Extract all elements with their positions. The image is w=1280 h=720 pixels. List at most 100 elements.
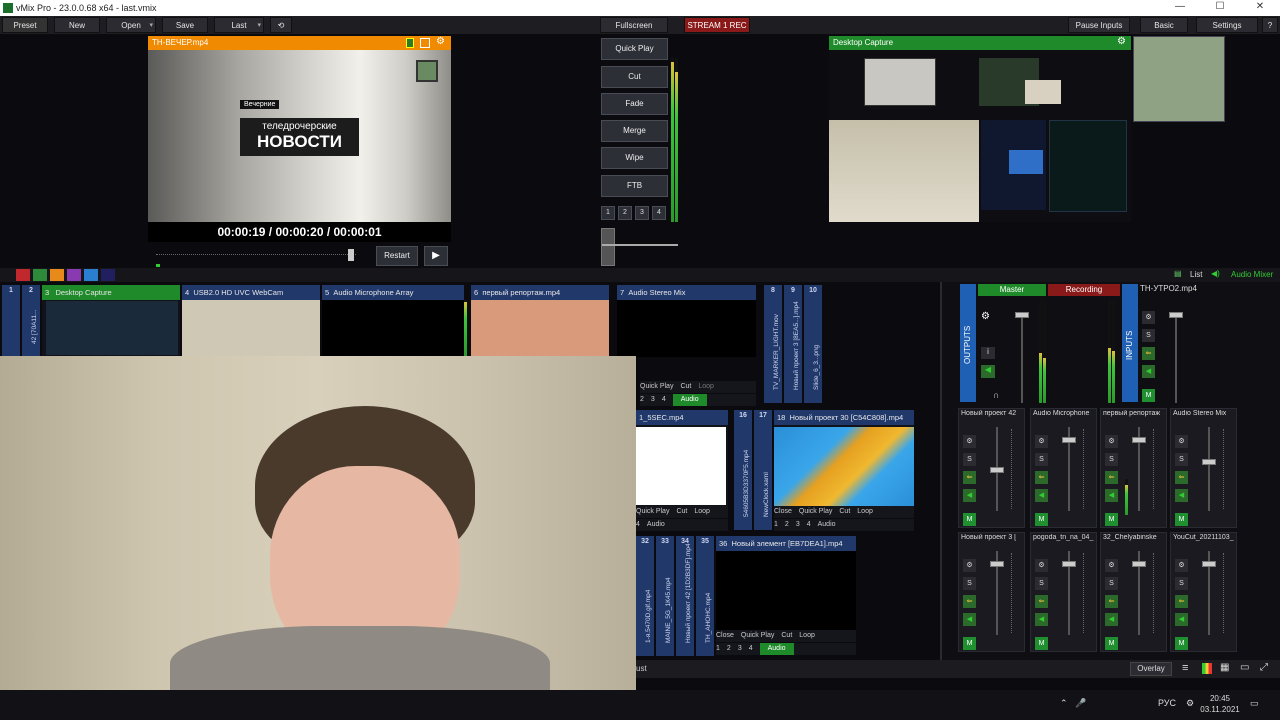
gear-icon[interactable]: ⚙ bbox=[436, 36, 445, 47]
save-button[interactable]: Save bbox=[162, 17, 208, 33]
overlay-button[interactable]: Overlay bbox=[1130, 662, 1172, 676]
top-strip-solo[interactable]: S bbox=[1142, 329, 1155, 342]
ftb-button[interactable]: FTB bbox=[601, 175, 668, 197]
input-slot-4[interactable]: 4 USB2.0 HD UVC WebCam bbox=[182, 285, 320, 357]
fade-button[interactable]: Fade bbox=[601, 93, 668, 115]
audio-button[interactable]: Audio bbox=[759, 643, 794, 655]
inputs-tab[interactable]: INPUTS bbox=[1122, 284, 1138, 402]
color-tag-red[interactable] bbox=[16, 269, 30, 281]
green-square-icon[interactable] bbox=[406, 38, 414, 48]
strip-solo[interactable]: S bbox=[1105, 453, 1118, 466]
transition-1-button[interactable]: 1 bbox=[601, 206, 615, 220]
basic-button[interactable]: Basic bbox=[1140, 17, 1188, 33]
strip-gear-icon[interactable]: ⚙ bbox=[1035, 435, 1048, 448]
strip-solo[interactable]: S bbox=[1175, 577, 1188, 590]
strip-route-icon[interactable]: ⇐ bbox=[963, 595, 976, 608]
input-slot-7[interactable]: 7 Audio Stereo Mix bbox=[617, 285, 756, 357]
minimize-button[interactable]: — bbox=[1160, 1, 1200, 15]
menu-icon[interactable]: ≡ bbox=[1182, 662, 1188, 674]
help-button[interactable]: ? bbox=[1262, 17, 1278, 33]
play-icon[interactable]: ▶ bbox=[424, 246, 448, 266]
preset-button[interactable]: Preset bbox=[2, 17, 48, 33]
headphones-icon[interactable]: ∩ bbox=[993, 390, 999, 400]
strip-fader-knob[interactable] bbox=[1132, 561, 1146, 567]
merge-button[interactable]: Merge bbox=[601, 120, 668, 142]
strip-fader-knob[interactable] bbox=[1202, 459, 1216, 465]
strip-route-icon[interactable]: ⇐ bbox=[1175, 595, 1188, 608]
t-bar-handle[interactable] bbox=[601, 228, 615, 266]
speaker-icon[interactable]: ◀) bbox=[1211, 269, 1220, 278]
quick-play-button[interactable]: Quick Play bbox=[640, 383, 673, 390]
strip-solo[interactable]: S bbox=[963, 577, 976, 590]
last-button[interactable]: Last bbox=[214, 17, 264, 34]
cut-button[interactable]: Cut bbox=[839, 508, 850, 515]
maximize-button[interactable]: ☐ bbox=[1200, 1, 1240, 15]
num-button[interactable]: 1 bbox=[774, 521, 778, 528]
strip-gear-icon[interactable]: ⚙ bbox=[1175, 435, 1188, 448]
color-tag-purple[interactable] bbox=[67, 269, 81, 281]
audio-mixer-button[interactable]: Audio Mixer bbox=[1231, 270, 1273, 279]
tray-mic-icon[interactable]: 🎤 bbox=[1075, 698, 1086, 709]
loop-button[interactable]: Loop bbox=[799, 632, 815, 639]
input-slot-16[interactable]: 16 54605B3D3370F5.mp4 bbox=[734, 410, 752, 530]
strip-speaker-icon[interactable]: ◀ bbox=[963, 489, 976, 502]
strip-route-icon[interactable]: ⇐ bbox=[1105, 471, 1118, 484]
wipe-button[interactable]: Wipe bbox=[601, 147, 668, 169]
input-slot-32[interactable]: 32 1-я.5470D.gif.mp4 bbox=[636, 536, 654, 656]
top-strip-gear-icon[interactable]: ⚙ bbox=[1142, 311, 1155, 324]
input-slot-35[interactable]: 35 ТН_АНОНС.mp4 bbox=[696, 536, 714, 656]
strip-fader-knob[interactable] bbox=[1132, 437, 1146, 443]
audio-button[interactable]: Audio bbox=[647, 521, 665, 528]
restart-button[interactable]: Restart bbox=[376, 246, 418, 266]
loop-button[interactable]: Loop bbox=[857, 508, 873, 515]
input-slot-2[interactable]: 2 42 [70A11... bbox=[22, 285, 40, 357]
outputs-tab[interactable]: OUTPUTS bbox=[960, 284, 976, 402]
color-tag-blue[interactable] bbox=[84, 269, 98, 281]
close-button[interactable]: ✕ bbox=[1240, 1, 1280, 15]
seek-handle[interactable] bbox=[348, 249, 354, 261]
audio-button[interactable]: Audio bbox=[818, 521, 836, 528]
num-button[interactable]: 1 bbox=[716, 645, 720, 652]
num-button[interactable]: 2 bbox=[640, 396, 644, 403]
input-slot-15[interactable]: 1_5SEC.mp4 bbox=[636, 410, 728, 516]
num-button[interactable]: 4 bbox=[662, 396, 666, 403]
strip-speaker-icon[interactable]: ◀ bbox=[1035, 613, 1048, 626]
top-strip-fader[interactable] bbox=[1175, 313, 1177, 403]
notification-icon[interactable]: ▭ bbox=[1250, 698, 1259, 709]
num-button[interactable]: 2 bbox=[727, 645, 731, 652]
input-slot-34[interactable]: 34 Новый проект 42 [1D2B3DF].mp4 bbox=[676, 536, 694, 656]
strip-route-icon[interactable]: ⇐ bbox=[1105, 595, 1118, 608]
fullscreen-button[interactable]: Fullscreen bbox=[600, 17, 668, 33]
strip-gear-icon[interactable]: ⚙ bbox=[1105, 435, 1118, 448]
input-slot-9[interactable]: 9 Новый проект 3 [8EA5...].mp4 bbox=[784, 285, 802, 403]
master-fader-track[interactable] bbox=[1021, 313, 1023, 403]
strip-route-icon[interactable]: ⇐ bbox=[1175, 471, 1188, 484]
tray-expand-icon[interactable]: ⌃ bbox=[1060, 698, 1068, 709]
color-tag-orange[interactable] bbox=[50, 269, 64, 281]
transition-2-button[interactable]: 2 bbox=[618, 206, 632, 220]
input-slot-18[interactable]: 18 Новый проект 30 [C54C808].mp4 bbox=[774, 410, 914, 506]
preview-seek-bar[interactable] bbox=[156, 248, 356, 262]
strip-mute[interactable]: M bbox=[1035, 637, 1048, 650]
transition-4-button[interactable]: 4 bbox=[652, 206, 666, 220]
strip-gear-icon[interactable]: ⚙ bbox=[1035, 559, 1048, 572]
master-info-icon[interactable]: i bbox=[981, 347, 995, 359]
strip-speaker-icon[interactable]: ◀ bbox=[1105, 613, 1118, 626]
pause-inputs-button[interactable]: Pause Inputs bbox=[1068, 17, 1130, 33]
input-slot-17[interactable]: 17 NewClock.xaml bbox=[754, 410, 772, 530]
strip-solo[interactable]: S bbox=[1035, 577, 1048, 590]
cut-button[interactable]: Cut bbox=[676, 508, 687, 515]
open-button[interactable]: Open bbox=[106, 17, 156, 34]
strip-speaker-icon[interactable]: ◀ bbox=[1035, 489, 1048, 502]
cut-button[interactable]: Cut bbox=[781, 632, 792, 639]
strip-mute[interactable]: M bbox=[1175, 637, 1188, 650]
strip-fader-knob[interactable] bbox=[1062, 437, 1076, 443]
settings-button[interactable]: Settings bbox=[1196, 17, 1258, 33]
strip-speaker-icon[interactable]: ◀ bbox=[963, 613, 976, 626]
close-button[interactable]: Close bbox=[774, 508, 792, 515]
num-button[interactable]: 4 bbox=[749, 645, 753, 652]
input-slot-1[interactable]: 1 bbox=[2, 285, 20, 357]
input-slot-8[interactable]: 8 TV_MARKER_LIGHT.mov bbox=[764, 285, 782, 403]
strip-gear-icon[interactable]: ⚙ bbox=[963, 435, 976, 448]
screen-icon[interactable]: ▭ bbox=[1240, 662, 1249, 673]
